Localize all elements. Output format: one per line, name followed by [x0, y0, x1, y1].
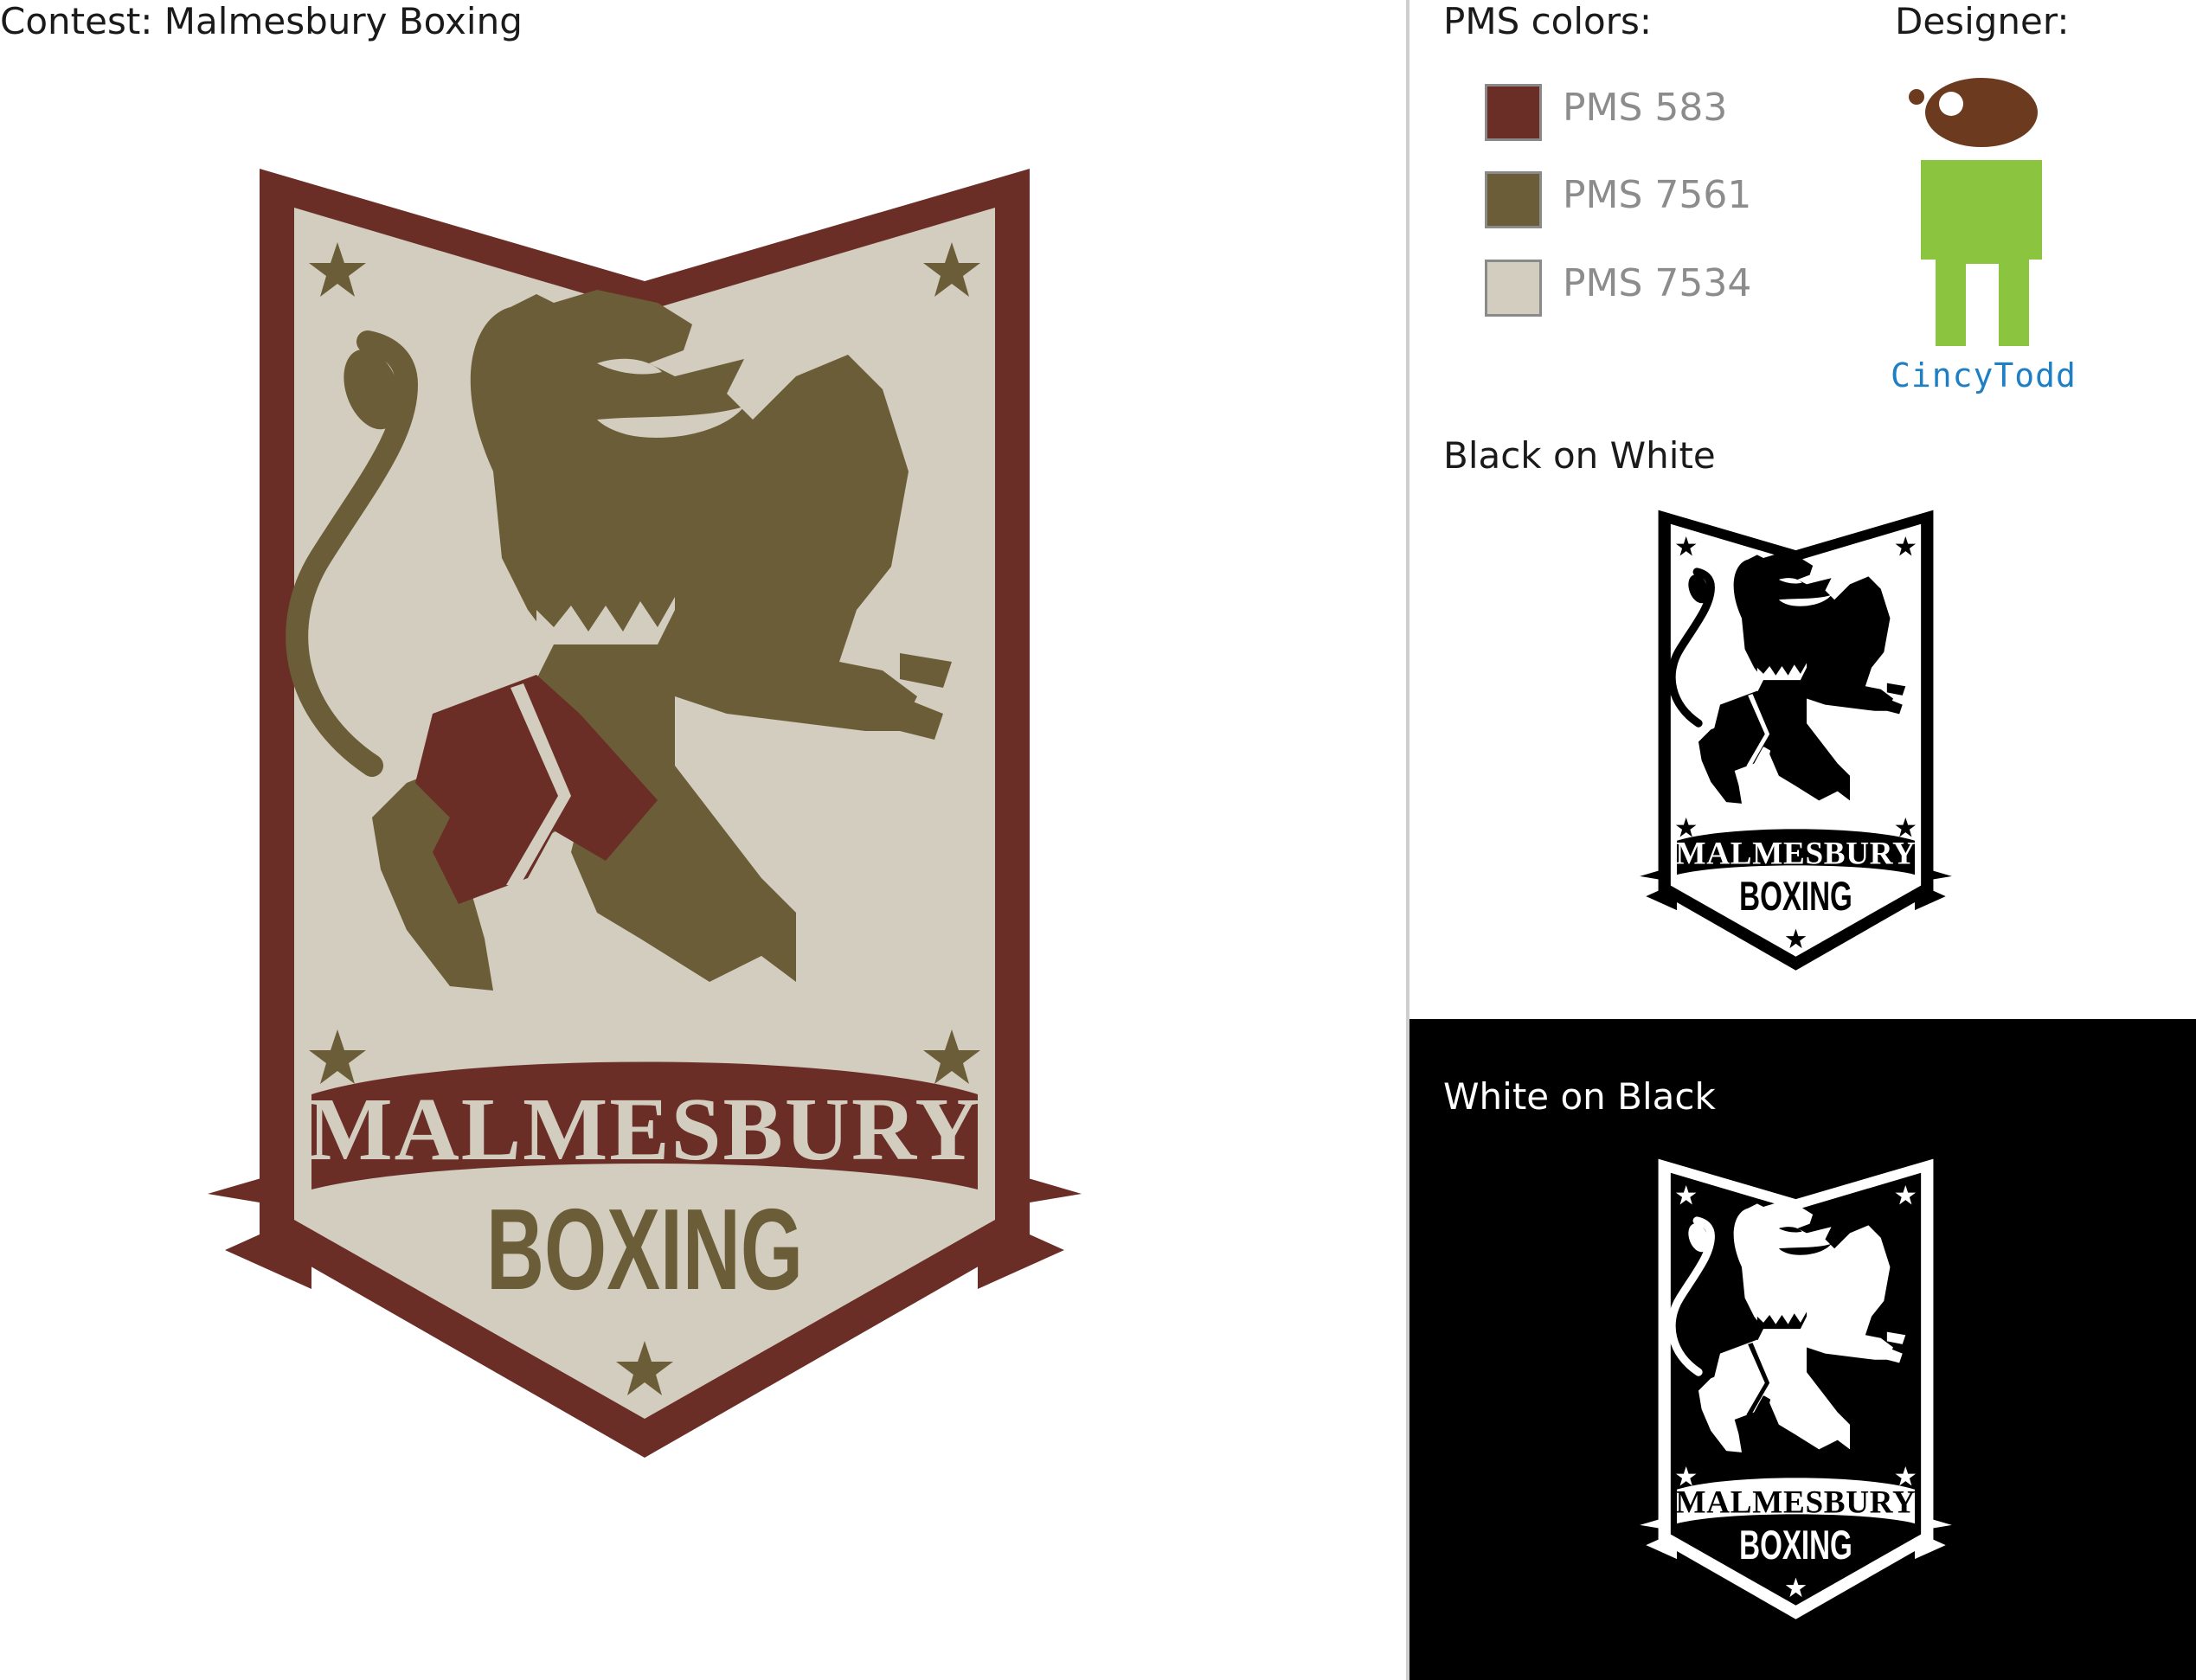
main-logo-badge: MALMESBURY BOXING [208, 169, 1082, 1458]
badge-line1: MALMESBURY [1675, 837, 1916, 872]
contest-title: Contest: Malmesbury Boxing [0, 0, 523, 42]
swatch-name: PMS 7561 [1563, 173, 1752, 217]
white-on-black-label: White on Black [1443, 1075, 1716, 1118]
black-on-white-label: Black on White [1443, 434, 1716, 477]
badge-line2: BOXING [486, 1185, 803, 1314]
swatch-name: PMS 583 [1563, 86, 1728, 130]
designer-name: CincyTodd [1891, 356, 2077, 394]
black-on-white-badge: MALMESBURY BOXING [1640, 510, 1952, 971]
badge-line2: BOXING [1739, 873, 1852, 919]
color-swatch [1485, 260, 1542, 317]
color-swatch [1485, 84, 1542, 141]
designer-heading: Designer: [1895, 0, 2070, 42]
white-on-black-badge: MALMESBURY BOXING [1640, 1158, 1952, 1619]
swatch-name: PMS 7534 [1563, 261, 1752, 305]
badge-line1: MALMESBURY [1675, 1485, 1916, 1521]
color-swatch [1485, 171, 1542, 228]
pms-colors-heading: PMS colors: [1443, 0, 1653, 42]
badge-line2: BOXING [1739, 1522, 1852, 1568]
badge-line1: MALMESBURY [307, 1080, 981, 1179]
designer-avatar-icon [1909, 78, 2042, 346]
